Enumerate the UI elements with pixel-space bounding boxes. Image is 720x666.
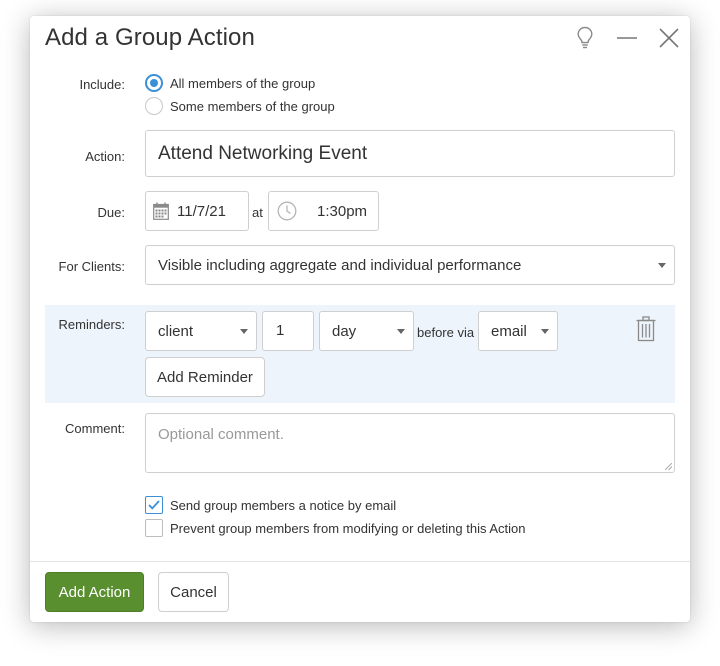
reminder-unit-value: day [332,322,357,340]
due-time-value: 1:30pm [317,202,368,220]
action-input[interactable]: Attend Networking Event [145,130,675,177]
reminder-channel-value: email [491,322,527,340]
reminder-channel-select[interactable]: email [478,311,558,351]
comment-placeholder: Optional comment. [158,426,284,443]
prevent-modify-checkbox-row[interactable]: Prevent group members from modifying or … [145,518,526,538]
minimize-icon[interactable] [613,24,641,52]
for-clients-select[interactable]: Visible including aggregate and individu… [145,245,675,285]
clock-icon [277,201,297,221]
radio-all-members[interactable]: All members of the group [145,73,315,93]
checkbox-checked[interactable] [145,496,163,514]
radio-checked-icon[interactable] [145,74,163,92]
reminder-recipient-value: client [158,322,194,340]
footer-divider [30,561,690,562]
dialog-title: Add a Group Action [45,24,255,51]
trash-icon[interactable] [635,316,659,344]
prevent-modify-label: Prevent group members from modifying or … [170,520,526,536]
resize-handle-icon[interactable] [665,463,672,470]
cancel-button[interactable]: Cancel [158,572,229,612]
chevron-down-icon [658,263,666,268]
checkbox-unchecked[interactable] [145,519,163,537]
radio-all-members-label: All members of the group [170,75,316,91]
chevron-down-icon [397,329,405,334]
include-label: Include: [79,77,125,92]
comment-label: Comment: [65,421,125,436]
lightbulb-icon[interactable] [571,24,599,52]
reminder-unit-select[interactable]: day [319,311,414,351]
reminder-amount-input[interactable]: 1 [262,311,314,351]
reminder-recipient-select[interactable]: client [145,311,257,351]
chevron-down-icon [541,329,549,334]
checkmark-icon [148,500,160,510]
due-label: Due: [97,205,125,220]
comment-textarea[interactable]: Optional comment. [145,413,675,473]
radio-unchecked-icon[interactable] [145,97,163,115]
at-label: at [252,205,263,220]
add-group-action-dialog: Add a Group Action Include: All members … [30,16,690,622]
before-via-label: before via [417,325,475,340]
reminders-label: Reminders: [58,317,125,332]
calendar-icon [153,202,169,220]
add-reminder-button[interactable]: Add Reminder [145,357,265,397]
action-label: Action: [85,149,125,164]
due-date-input[interactable]: 11/7/21 [145,191,249,231]
radio-some-members-label: Some members of the group [170,98,335,114]
for-clients-value: Visible including aggregate and individu… [158,256,522,274]
close-icon[interactable] [655,24,683,52]
send-notice-checkbox-row[interactable]: Send group members a notice by email [145,495,396,515]
due-date-value: 11/7/21 [177,202,226,220]
radio-some-members[interactable]: Some members of the group [145,96,335,116]
add-action-button[interactable]: Add Action [45,572,144,612]
for-clients-label: For Clients: [58,259,125,274]
due-time-input[interactable]: 1:30pm [268,191,379,231]
send-notice-label: Send group members a notice by email [170,497,397,513]
chevron-down-icon [240,329,248,334]
